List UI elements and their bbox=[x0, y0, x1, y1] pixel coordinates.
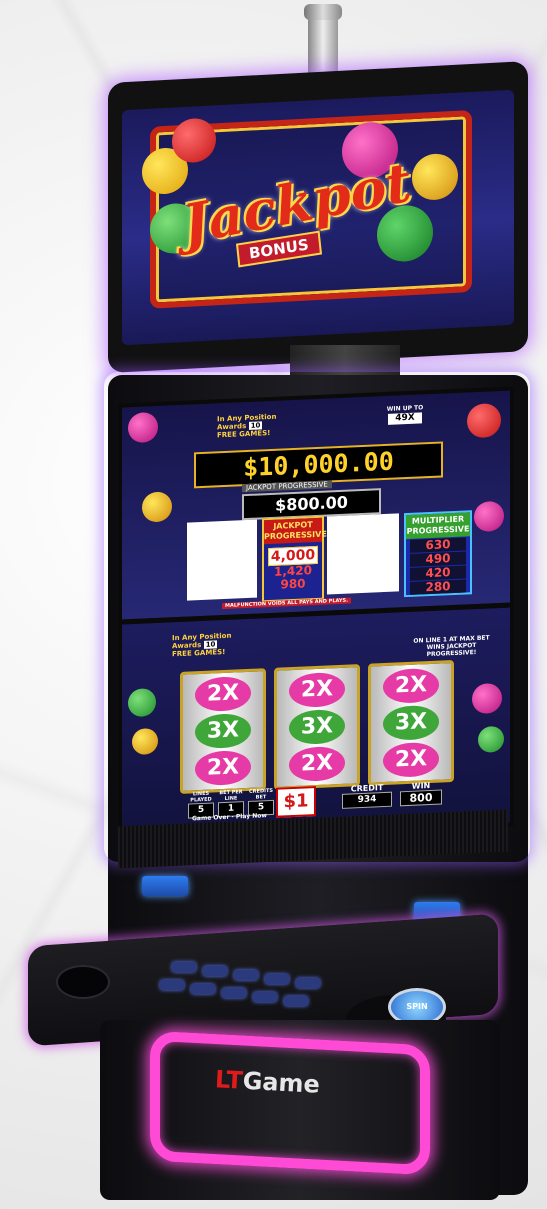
multiplier-value: 490 bbox=[410, 551, 466, 567]
free-games-note: In Any Position Awards 10 FREE GAMES! bbox=[172, 632, 231, 659]
multiplier-value: 280 bbox=[410, 579, 466, 595]
top-monitor-screen: Jackpot BONUS bbox=[122, 89, 514, 346]
symbol-3x: 3X bbox=[289, 708, 345, 746]
win-multiplier: 49X bbox=[388, 412, 422, 425]
arrow-up-button[interactable] bbox=[142, 876, 188, 896]
denomination: $1 bbox=[276, 786, 316, 818]
ball-icon bbox=[128, 411, 158, 444]
ball-icon bbox=[472, 682, 502, 715]
deck-button[interactable] bbox=[222, 988, 246, 998]
free-games-note: In Any Position Awards 10 FREE GAMES! bbox=[217, 413, 276, 440]
symbol-3x: 3X bbox=[195, 712, 251, 750]
reel-2: 2X 3X 2X bbox=[274, 664, 360, 790]
ball-icon bbox=[142, 491, 172, 523]
win-value: 800 bbox=[400, 789, 442, 807]
multiplier-progressive-box: MULTIPLIER PROGRESSIVE 630 490 420 280 bbox=[404, 510, 472, 598]
deck-button[interactable] bbox=[191, 984, 215, 994]
logo-letter-t: T bbox=[225, 1065, 244, 1095]
symbol-3x: 3X bbox=[383, 704, 439, 742]
cup-holder bbox=[56, 965, 110, 999]
symbol-2x: 2X bbox=[289, 671, 345, 709]
upper-display: In Any Position Awards 10 FREE GAMES! WI… bbox=[118, 386, 514, 624]
ball-icon bbox=[128, 687, 156, 718]
ball-icon bbox=[467, 402, 501, 439]
reel-set: 2X 3X 2X 2X 3X 2X 2X 3X 2X bbox=[180, 659, 454, 794]
free-games-text: FREE GAMES! bbox=[172, 647, 226, 659]
jackpot-box-title-line2: PROGRESSIVE bbox=[264, 529, 327, 542]
symbol-2x: 2X bbox=[195, 749, 251, 787]
ball-icon bbox=[132, 727, 158, 756]
symbol-2x: 2X bbox=[289, 745, 345, 783]
free-games-text: FREE GAMES! bbox=[217, 428, 271, 440]
ltgame-logo: LTGame bbox=[214, 1065, 320, 1098]
deck-button[interactable] bbox=[253, 992, 277, 1002]
deck-button[interactable] bbox=[160, 980, 184, 990]
deck-button[interactable] bbox=[234, 970, 258, 980]
symbol-2x: 2X bbox=[383, 741, 439, 779]
multiplier-value: 630 bbox=[410, 537, 466, 553]
logo-word-game: Game bbox=[242, 1066, 321, 1099]
paytable-left bbox=[187, 519, 257, 601]
win-up-to: WIN UP TO 49X bbox=[380, 404, 430, 426]
jackpot-value: 980 bbox=[280, 576, 306, 592]
symbol-2x: 2X bbox=[383, 667, 439, 705]
candle-lamp-cap bbox=[304, 4, 342, 20]
ball-icon bbox=[474, 500, 504, 533]
jackpot-progressive-box: JACKPOT PROGRESSIVE 4,000 1,420 980 bbox=[262, 515, 327, 603]
ball-icon bbox=[478, 725, 504, 753]
base-light-ring bbox=[150, 1030, 430, 1176]
win-up-to-label: WIN UP TO bbox=[386, 404, 424, 413]
deck-button[interactable] bbox=[172, 962, 196, 972]
deck-button[interactable] bbox=[265, 974, 289, 984]
symbol-2x: 2X bbox=[195, 675, 251, 713]
paytable-mid bbox=[327, 513, 399, 595]
multiplier-box-title-line2: PROGRESSIVE bbox=[406, 524, 470, 537]
lower-display: In Any Position Awards 10 FREE GAMES! ON… bbox=[118, 603, 514, 844]
lines-played-label: LINES PLAYED bbox=[190, 790, 212, 804]
deck-button[interactable] bbox=[203, 966, 227, 976]
credit-value: 934 bbox=[342, 791, 392, 809]
on-line-note: ON LINE 1 AT MAX BET WINS JACKPOT PROGRE… bbox=[413, 634, 490, 659]
jackpot-box-title: JACKPOT PROGRESSIVE bbox=[264, 517, 327, 545]
multiplier-value: 420 bbox=[410, 565, 466, 581]
reel-3: 2X 3X 2X bbox=[368, 659, 454, 786]
multiplier-box-title: MULTIPLIER PROGRESSIVE bbox=[406, 512, 470, 540]
reel-1: 2X 3X 2X bbox=[180, 668, 266, 794]
deck-button[interactable] bbox=[284, 996, 308, 1006]
deck-button[interactable] bbox=[296, 978, 320, 988]
